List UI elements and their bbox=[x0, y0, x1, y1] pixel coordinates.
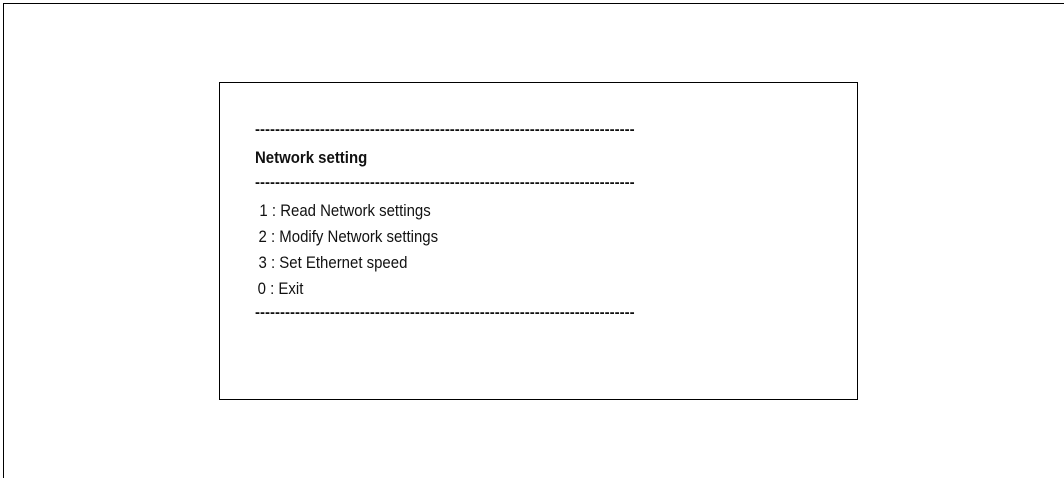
menu-option-read-network-settings[interactable]: 1 : Read Network settings bbox=[255, 198, 748, 224]
separator-top: ----------------------------------------… bbox=[255, 121, 635, 138]
menu-option-exit[interactable]: 0 : Exit bbox=[255, 276, 748, 302]
menu-option-modify-network-settings[interactable]: 2 : Modify Network settings bbox=[255, 224, 748, 250]
separator-middle: ----------------------------------------… bbox=[255, 174, 635, 191]
network-setting-menu: ----------------------------------------… bbox=[219, 82, 858, 400]
menu-options: 1 : Read Network settings 2 : Modify Net… bbox=[255, 198, 815, 302]
menu-content: ----------------------------------------… bbox=[255, 121, 815, 322]
menu-option-set-ethernet-speed[interactable]: 3 : Set Ethernet speed bbox=[255, 250, 748, 276]
menu-title: Network setting bbox=[255, 148, 368, 167]
separator-bottom: ----------------------------------------… bbox=[255, 304, 635, 321]
